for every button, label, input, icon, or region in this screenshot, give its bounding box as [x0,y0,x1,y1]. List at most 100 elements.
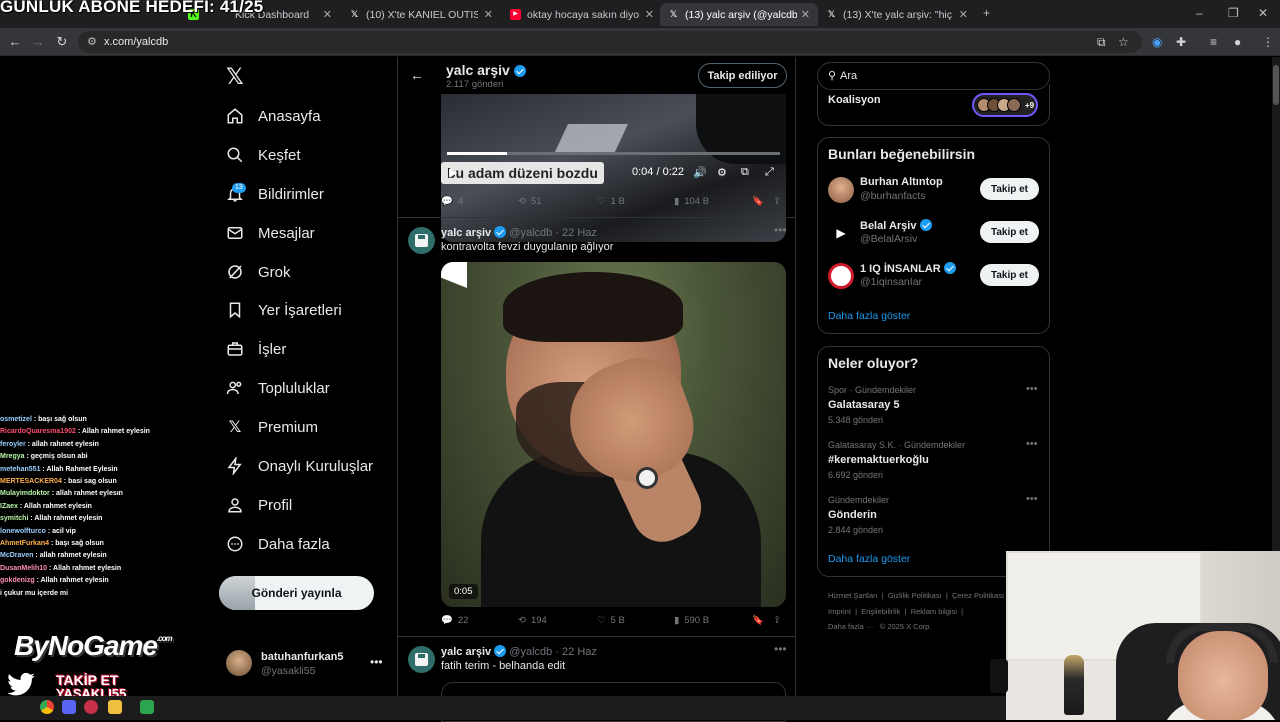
more-dots-icon[interactable]: ••• [1026,383,1038,395]
follow-button[interactable]: Takip et [980,221,1039,243]
back-arrow-icon[interactable]: ← [410,67,424,83]
like-button[interactable]: ♡ 1 B [597,196,625,207]
video-player[interactable]: bu adam düzeni bozdu ▶ 0:04 / 0:22 🔊 ⚙ ⧉… [441,94,786,242]
bookmark-button[interactable]: 🔖 [752,615,764,626]
browser-menu-icon[interactable]: ⋮ [1262,35,1274,49]
site-info-icon[interactable]: ⚙ [87,35,97,48]
sidebar-item-notifications[interactable]: 13 Bildirimler [226,180,324,208]
show-more-link[interactable]: Daha fazla göster [828,553,910,565]
follow-button[interactable]: Takip et [980,178,1039,200]
chat-username[interactable]: lonewolfturco [0,528,46,535]
more-dots-icon[interactable]: ••• [1026,438,1038,450]
post-button[interactable]: Gönderi yayınla [219,576,374,610]
footer-link[interactable]: Erişilebilirlik [861,607,900,616]
restore-icon[interactable]: ❐ [1228,6,1239,20]
follow-button[interactable]: Takip et [980,264,1039,286]
extensions-puzzle-icon[interactable]: ✚ [1176,35,1186,49]
reload-icon[interactable]: ↻ [54,34,70,50]
media-control-icon[interactable]: ≡ [1210,35,1217,49]
sidebar-item-more[interactable]: Daha fazla [226,530,330,558]
bookmark-button[interactable]: 🔖 [752,196,764,207]
avatar[interactable] [408,646,435,673]
sidebar-item-grok[interactable]: Grok [226,258,291,286]
account-switcher[interactable]: batuhanfurkan5 @yasakli55 ••• [226,648,386,678]
volume-icon[interactable]: 🔊 [693,166,707,179]
profile-avatar-icon[interactable]: ● [1234,35,1241,49]
trend-item[interactable]: Gündemdekiler Gönderin 2.844 gönderi ••• [828,493,1040,535]
video-progress-bar[interactable] [447,152,780,155]
app-taskbar-icon[interactable] [140,700,154,714]
share-button[interactable]: ⇪ [773,196,781,207]
avatar[interactable] [408,227,435,254]
close-tab-icon[interactable]: ✕ [484,8,493,21]
show-more-link[interactable]: Daha fazla göster [828,310,910,322]
footer-link[interactable]: Çerez Politikası [952,591,1004,600]
chat-username[interactable]: symitchi [0,515,28,522]
close-tab-icon[interactable]: ✕ [323,8,332,21]
chat-username[interactable]: Mregya [0,453,25,460]
discord-taskbar-icon[interactable] [62,700,76,714]
sidebar-item-communities[interactable]: Topluluklar [226,374,330,402]
play-icon[interactable]: ▶ [449,166,457,179]
chat-username[interactable]: osmetizel [0,416,32,423]
coalition-avatars[interactable]: +9 [972,93,1038,117]
url-field[interactable]: ⚙ x.com/yalcdb [78,31,1142,53]
sidebar-item-bookmarks[interactable]: Yer İşaretleri [226,296,342,324]
install-app-icon[interactable]: ⧉ [1097,35,1106,50]
browser-tab-kaniel[interactable]: 𝕏 (10) X'te KANIEL OUTIS 😈: "Ö... ✕ [341,3,501,26]
follow-suggestion[interactable]: ▶ Belal Arşiv @BelalArsiv Takip et [828,217,1040,251]
sidebar-item-home[interactable]: Anasayfa [226,102,321,130]
tweet-author-handle[interactable]: @yalcdb [509,227,552,239]
chat-username[interactable]: metehan551 [0,466,40,473]
reply-button[interactable]: 💬 4 [441,196,463,207]
browser-tab-yalc[interactable]: 𝕏 (13) yalc arşiv (@yalcdb) / X ✕ [660,3,818,26]
app-taskbar-icon[interactable] [84,700,98,714]
repost-button[interactable]: ⟲ 194 [518,615,547,626]
views-button[interactable]: ▮ 104 B [674,196,709,207]
close-tab-icon[interactable]: ✕ [645,8,654,21]
chat-username[interactable]: feroyler [0,441,26,448]
settings-gear-icon[interactable]: ⚙ [717,166,727,179]
minimize-icon[interactable]: – [1196,6,1203,20]
extension-icon[interactable]: ◉ [1152,35,1162,49]
tweet-author-handle[interactable]: @yalcdb [509,646,552,658]
sidebar-item-verified-orgs[interactable]: Onaylı Kuruluşlar [226,452,373,480]
x-logo-icon[interactable]: 𝕏 [226,64,244,90]
chat-username[interactable]: IZaex [0,503,18,510]
chat-username[interactable]: Mulayimdoktor [0,490,50,497]
forward-icon[interactable]: → [30,34,46,49]
chat-username[interactable]: RicardoQuaresma1902 [0,428,76,435]
video-player[interactable]: 0:05 [441,262,786,607]
views-button[interactable]: ▮ 590 B [674,615,709,626]
browser-tab-youtube[interactable]: ▶ oktay hocaya sakın diyor - YouT ✕ [502,3,662,26]
share-button[interactable]: ⇪ [773,615,781,626]
close-tab-icon[interactable]: ✕ [959,8,968,21]
chat-username[interactable]: DusanMelih10 [0,565,47,572]
sidebar-item-jobs[interactable]: İşler [226,335,286,363]
more-dots-icon[interactable]: ••• [774,223,787,237]
repost-button[interactable]: ⟲ 51 [518,196,542,207]
back-icon[interactable]: ← [7,34,23,49]
footer-link[interactable]: Daha fazla ··· [828,622,873,631]
fullscreen-icon[interactable]: ⤢ [765,166,774,179]
chat-username[interactable]: McDraven [0,552,33,559]
browser-tab-yalc-post[interactable]: 𝕏 (13) X'te yalc arşiv: "hiç ışık yok ✕ [818,3,976,26]
more-dots-icon[interactable]: ••• [370,655,383,669]
follow-suggestion[interactable]: 1 IQ İNSANLAR @1iqinsanIar Takip et [828,260,1040,294]
footer-link[interactable]: Gizlilik Politikası [888,591,942,600]
trend-item[interactable]: Galatasaray S.K. · Gündemdekiler #kerema… [828,438,1040,480]
pip-icon[interactable]: ⧉ [741,166,749,179]
follow-suggestion[interactable]: Burhan Altıntop @burhanfacts Takip et [828,174,1040,208]
new-tab-icon[interactable]: + [983,6,990,20]
sidebar-item-messages[interactable]: Mesajlar [226,219,315,247]
chrome-taskbar-icon[interactable] [40,700,54,714]
close-tab-icon[interactable]: ✕ [801,8,810,21]
more-dots-icon[interactable]: ••• [774,642,787,656]
sidebar-item-premium[interactable]: 𝕏 Premium [226,413,318,441]
footer-link[interactable]: Hizmet Şartları [828,591,878,600]
close-window-icon[interactable]: ✕ [1258,6,1268,20]
tweet-date[interactable]: 22 Haz [562,227,597,239]
more-dots-icon[interactable]: ••• [1026,493,1038,505]
like-button[interactable]: ♡ 5 B [597,615,625,626]
tweet-author-name[interactable]: yalc arşiv [441,646,491,658]
